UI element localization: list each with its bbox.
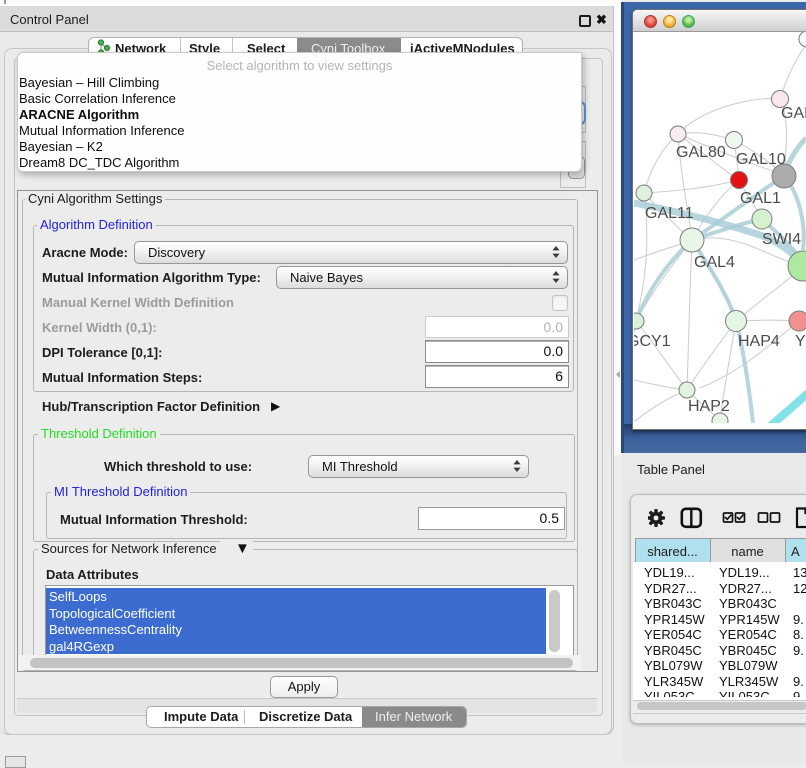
svg-text:HAP2: HAP2 [688, 398, 730, 415]
svg-text:HAP4: HAP4 [738, 333, 780, 350]
svg-text:GAL10: GAL10 [736, 151, 786, 168]
svg-text:GAL4: GAL4 [694, 254, 735, 271]
svg-text:GAL80: GAL80 [676, 144, 726, 161]
svg-text:YJ: YJ [795, 333, 806, 350]
svg-text:GAL11: GAL11 [645, 205, 694, 222]
svg-text:GAL1: GAL1 [740, 190, 781, 207]
svg-text:GCY1: GCY1 [634, 333, 671, 350]
svg-text:SWI4: SWI4 [762, 231, 801, 248]
svg-text:GAL7: GAL7 [781, 105, 806, 122]
